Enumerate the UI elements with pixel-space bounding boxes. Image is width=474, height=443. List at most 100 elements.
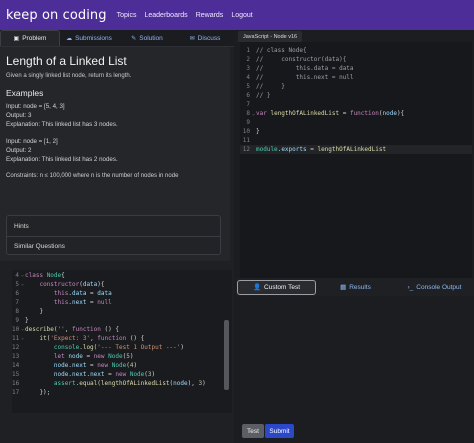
code-text: this.data = data [53, 289, 112, 297]
tab-solution[interactable]: ✎ Solution [118, 30, 176, 46]
terminal-icon: ›_ [407, 283, 414, 291]
line-number: 12 [242, 146, 250, 153]
cloud-upload-icon: ☁ [66, 35, 73, 42]
code-text: var lengthOfALinkedList = function(node)… [256, 110, 405, 117]
custom-test-editor[interactable]: 4 ⌄ class Node{5 ⌄ constructor(data){6 this… [12, 270, 232, 413]
test-button[interactable]: Test [242, 424, 264, 438]
line-number: 3 [246, 65, 250, 72]
test-code-line[interactable]: 7 this.next = null [12, 298, 232, 307]
document-icon: ▣ [13, 36, 20, 42]
code-text: assert.equal(lengthOfALinkedList(node), … [53, 379, 206, 387]
test-code-line[interactable]: 17 }); [12, 388, 232, 397]
nav-link-logout[interactable]: Logout [231, 12, 252, 19]
test-code-line[interactable]: 6 this.data = data [12, 289, 232, 298]
code-line[interactable]: 10} [240, 127, 472, 136]
line-number: 16 [12, 379, 20, 387]
accordion-similar-questions[interactable]: Similar Questions [7, 236, 220, 256]
example-1-output: Output: 3 [6, 112, 32, 119]
line-number: 2 [246, 56, 250, 63]
code-line[interactable]: 5 // } [240, 82, 472, 91]
code-line[interactable]: 11 [240, 136, 472, 145]
editor-panel: JavaScript - Node v16 1 // class Node{2 //… [236, 30, 474, 443]
code-text: // this.data = data [256, 65, 354, 72]
problem-title: Length of a Linked List [6, 54, 127, 68]
code-text: } [25, 316, 29, 324]
nav-link-topics[interactable]: Topics [117, 12, 137, 19]
tab-discuss[interactable]: ✉ Discuss [176, 30, 234, 46]
tab-results[interactable]: ▦ Results [316, 280, 395, 295]
example-1-input: Input: node = [5, 4, 3] [6, 103, 65, 110]
tab-custom-test[interactable]: 👤 Custom Test [237, 279, 316, 295]
test-code-line[interactable]: 5 ⌄ constructor(data){ [12, 280, 232, 289]
tab-problem[interactable]: ▣ Problem [0, 30, 60, 46]
line-number: 4 [15, 271, 19, 279]
line-number: 11 [12, 334, 20, 342]
line-number: 10 [12, 325, 20, 333]
editor-language-tab[interactable]: JavaScript - Node v16 [238, 31, 303, 42]
code-text: module.exports = lengthOfALinkedList [256, 146, 387, 153]
line-number: 4 [246, 74, 250, 81]
test-code-line[interactable]: 16 assert.equal(lengthOfALinkedList(node… [12, 379, 232, 388]
example-2-output: Output: 2 [6, 147, 32, 154]
brand-logo[interactable]: keep on coding [6, 8, 107, 23]
tab-solution-label: Solution [139, 34, 163, 42]
test-code-line[interactable]: 8 } [12, 307, 232, 316]
nav-link-rewards[interactable]: Rewards [196, 12, 224, 19]
line-number: 6 [246, 92, 250, 99]
code-text: describe('', function () { [25, 325, 119, 333]
code-line[interactable]: 12 module.exports = lengthOfALinkedList [240, 145, 472, 154]
tab-problem-label: Problem [22, 35, 47, 42]
example-1: Input: node = [5, 4, 3] Output: 3 Explan… [6, 102, 224, 129]
submit-button[interactable]: Submit [265, 424, 294, 438]
tab-custom-test-label: Custom Test [264, 283, 301, 291]
example-2: Input: node = [1, 2] Output: 2 Explanati… [6, 137, 224, 164]
test-code-line[interactable]: 13 let node = new Node(5) [12, 352, 232, 361]
code-text: node.next = new Node(4) [53, 361, 138, 369]
test-tabs: 👤 Custom Test ▦ Results ›_ Console Outpu… [236, 278, 474, 296]
line-number: 11 [242, 137, 250, 144]
code-editor[interactable]: 1 // class Node{2 // constructor(data){3 //… [240, 42, 472, 280]
code-text: class Node{ [25, 271, 65, 279]
code-line[interactable]: 1 // class Node{ [240, 46, 472, 55]
top-navbar: keep on coding Topics Leaderboards Rewar… [0, 0, 474, 30]
test-code-line[interactable]: 11 ⌄ it('Expect: 3', function () { [12, 334, 232, 343]
code-text: // this.next = null [256, 74, 354, 81]
code-line[interactable]: 7 [240, 100, 472, 109]
code-text: // } [256, 83, 285, 90]
code-line[interactable]: 2 // constructor(data){ [240, 55, 472, 64]
code-text: let node = new Node(5) [53, 352, 134, 360]
example-1-explanation: Explanation: This linked list has 3 node… [6, 121, 118, 128]
accordion-hints[interactable]: Hints [7, 216, 220, 236]
line-number: 7 [246, 101, 250, 108]
test-code-line[interactable]: 14 node.next = new Node(4) [12, 361, 232, 370]
code-text: node.next.next = new Node(3) [53, 370, 156, 378]
line-number: 12 [12, 343, 20, 351]
code-text: } [256, 128, 260, 135]
problem-description: Given a singly linked list node, return … [6, 73, 132, 79]
test-code-line[interactable]: 4 ⌄ class Node{ [12, 271, 232, 280]
test-code-line[interactable]: 15 node.next.next = new Node(3) [12, 370, 232, 379]
tab-submissions-label: Submissions [75, 34, 112, 42]
code-line[interactable]: 4 // this.next = null [240, 73, 472, 82]
nav-link-leaderboards[interactable]: Leaderboards [144, 12, 187, 19]
test-code-line[interactable]: 12 console.log('--- Test 1 Output ---') [12, 343, 232, 352]
code-text: constructor(data){ [39, 280, 105, 288]
test-editor-scrollbar[interactable] [224, 320, 229, 390]
line-number: 8 [15, 307, 19, 315]
tab-results-label: Results [349, 283, 371, 291]
code-line[interactable]: 9 [240, 118, 472, 127]
tab-submissions[interactable]: ☁ Submissions [60, 30, 118, 46]
line-number: 15 [12, 370, 20, 378]
code-line[interactable]: 3 // this.data = data [240, 64, 472, 73]
line-number: 7 [15, 298, 19, 306]
code-text: console.log('--- Test 1 Output ---') [53, 343, 185, 351]
code-text: // class Node{ [256, 47, 307, 54]
code-text: this.next = null [53, 298, 112, 306]
code-line[interactable]: 8 ⌄ var lengthOfALinkedList = function(nod… [240, 109, 472, 118]
tab-console-output-label: Console Output [416, 283, 462, 291]
tab-console-output[interactable]: ›_ Console Output [395, 280, 474, 295]
test-code-line[interactable]: 10 ⌄ describe('', function () { [12, 325, 232, 334]
chart-icon: ▦ [340, 284, 347, 291]
code-line[interactable]: 6 // } [240, 91, 472, 100]
test-code-line[interactable]: 9} [12, 316, 232, 325]
